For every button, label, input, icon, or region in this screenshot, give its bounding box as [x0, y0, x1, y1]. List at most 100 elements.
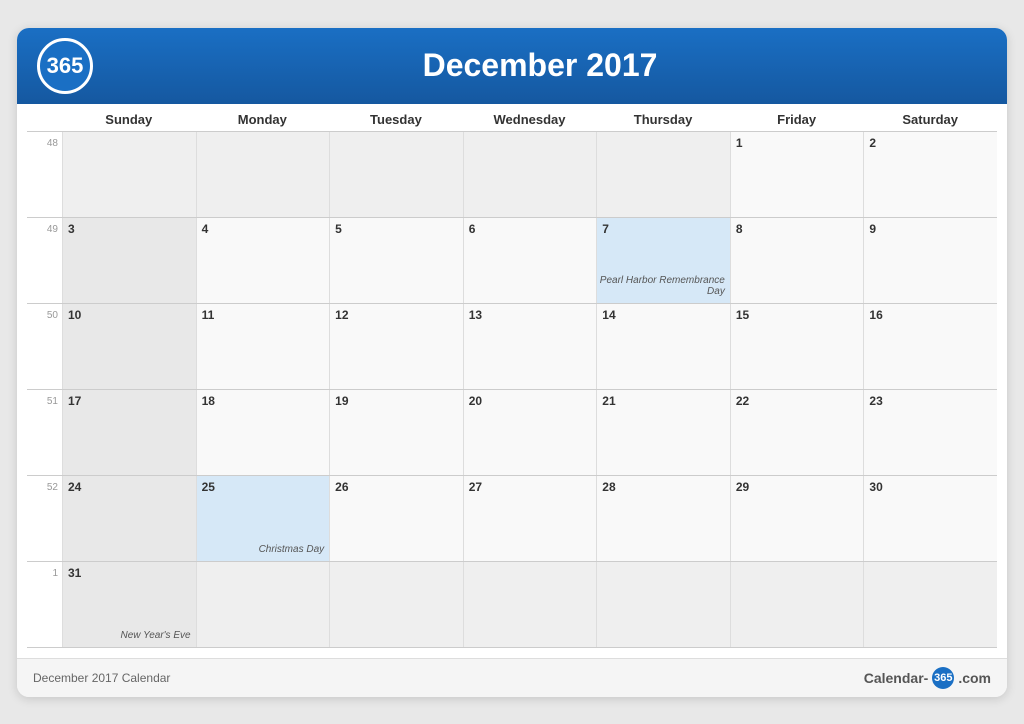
- day-cell[interactable]: 23: [863, 390, 997, 475]
- day-cell[interactable]: 19: [329, 390, 463, 475]
- day-cell[interactable]: 24: [62, 476, 196, 561]
- day-number: 6: [469, 222, 592, 236]
- day-number: 25: [202, 480, 325, 494]
- day-cell[interactable]: 10: [62, 304, 196, 389]
- footer-brand-post: .com: [958, 670, 991, 686]
- week-num-header: [27, 104, 62, 131]
- day-cell[interactable]: 3: [62, 218, 196, 303]
- week-row: 5224 25 Christmas Day 26 27 28 29 30: [27, 475, 997, 561]
- day-number: 26: [335, 480, 458, 494]
- day-cell[interactable]: 21: [596, 390, 730, 475]
- day-number: 3: [68, 222, 191, 236]
- event-label: Pearl Harbor Remembrance Day: [597, 275, 725, 297]
- day-number: 14: [602, 308, 725, 322]
- day-cell[interactable]: [329, 132, 463, 217]
- day-headers: Sunday Monday Tuesday Wednesday Thursday…: [27, 104, 997, 131]
- day-header-sunday: Sunday: [62, 104, 196, 131]
- day-number: 16: [869, 308, 992, 322]
- day-cell[interactable]: 6: [463, 218, 597, 303]
- week-row: 48 12: [27, 131, 997, 217]
- calendar-container: 365 December 2017 Sunday Monday Tuesday …: [17, 28, 1007, 697]
- footer-right: Calendar-365.com: [864, 667, 991, 689]
- day-number: 21: [602, 394, 725, 408]
- day-cell[interactable]: [730, 562, 864, 647]
- day-cell[interactable]: [596, 562, 730, 647]
- day-cell[interactable]: 7 Pearl Harbor Remembrance Day: [596, 218, 730, 303]
- day-number: 28: [602, 480, 725, 494]
- event-label: Christmas Day: [259, 544, 325, 555]
- day-number: 4: [202, 222, 325, 236]
- day-cell[interactable]: 5: [329, 218, 463, 303]
- day-number: 19: [335, 394, 458, 408]
- day-cell[interactable]: [463, 132, 597, 217]
- day-number: 15: [736, 308, 859, 322]
- week-number: 1: [27, 562, 62, 647]
- day-cell[interactable]: 29: [730, 476, 864, 561]
- day-cell[interactable]: 11: [196, 304, 330, 389]
- day-cell[interactable]: 17: [62, 390, 196, 475]
- day-number: 29: [736, 480, 859, 494]
- day-number: 30: [869, 480, 992, 494]
- day-cell[interactable]: 14: [596, 304, 730, 389]
- week-row: 1 31 New Year's Eve: [27, 561, 997, 648]
- day-cell[interactable]: 13: [463, 304, 597, 389]
- day-cell[interactable]: [329, 562, 463, 647]
- day-header-saturday: Saturday: [863, 104, 997, 131]
- day-cell[interactable]: [596, 132, 730, 217]
- calendar-header: 365 December 2017: [17, 28, 1007, 104]
- day-cell[interactable]: 2: [863, 132, 997, 217]
- day-cell[interactable]: [62, 132, 196, 217]
- day-number: 13: [469, 308, 592, 322]
- day-cell[interactable]: [196, 562, 330, 647]
- day-number: 11: [202, 308, 325, 322]
- day-number: 1: [736, 136, 859, 150]
- day-cell[interactable]: 26: [329, 476, 463, 561]
- day-cell[interactable]: 1: [730, 132, 864, 217]
- day-number: 31: [68, 566, 191, 580]
- day-cell[interactable]: 16: [863, 304, 997, 389]
- calendar-title: December 2017: [93, 47, 987, 84]
- day-header-friday: Friday: [730, 104, 864, 131]
- footer-left-text: December 2017 Calendar: [33, 671, 170, 685]
- day-number: 23: [869, 394, 992, 408]
- calendar-body: Sunday Monday Tuesday Wednesday Thursday…: [17, 104, 1007, 658]
- week-row: 4934567Pearl Harbor Remembrance Day89: [27, 217, 997, 303]
- week-number: 48: [27, 132, 62, 217]
- day-number: 17: [68, 394, 191, 408]
- calendar-grid: 48124934567Pearl Harbor Remembrance Day8…: [27, 131, 997, 648]
- day-number: 8: [736, 222, 859, 236]
- day-cell[interactable]: 22: [730, 390, 864, 475]
- event-label: New Year's Eve: [120, 630, 190, 641]
- calendar-footer: December 2017 Calendar Calendar-365.com: [17, 658, 1007, 697]
- day-cell[interactable]: 8: [730, 218, 864, 303]
- footer-brand-badge: 365: [932, 667, 954, 689]
- day-cell[interactable]: 15: [730, 304, 864, 389]
- day-number: 18: [202, 394, 325, 408]
- day-number: 7: [602, 222, 725, 236]
- day-cell[interactable]: [863, 562, 997, 647]
- day-cell[interactable]: 12: [329, 304, 463, 389]
- week-row: 51 17 18 19 20 21 22 23: [27, 389, 997, 475]
- day-cell[interactable]: 4: [196, 218, 330, 303]
- day-cell[interactable]: 31 New Year's Eve: [62, 562, 196, 647]
- day-cell[interactable]: 28: [596, 476, 730, 561]
- day-cell[interactable]: 25 Christmas Day: [196, 476, 330, 561]
- logo-badge: 365: [37, 38, 93, 94]
- day-cell[interactable]: 18: [196, 390, 330, 475]
- day-cell[interactable]: 9: [863, 218, 997, 303]
- day-number: 22: [736, 394, 859, 408]
- day-number: 27: [469, 480, 592, 494]
- footer-brand-pre: Calendar-: [864, 670, 929, 686]
- day-cell[interactable]: [196, 132, 330, 217]
- day-header-monday: Monday: [196, 104, 330, 131]
- day-number: 2: [869, 136, 992, 150]
- week-number: 51: [27, 390, 62, 475]
- day-cell[interactable]: 30: [863, 476, 997, 561]
- day-number: 10: [68, 308, 191, 322]
- day-cell[interactable]: 20: [463, 390, 597, 475]
- week-number: 52: [27, 476, 62, 561]
- day-header-wednesday: Wednesday: [463, 104, 597, 131]
- day-cell[interactable]: [463, 562, 597, 647]
- day-cell[interactable]: 27: [463, 476, 597, 561]
- day-number: 9: [869, 222, 992, 236]
